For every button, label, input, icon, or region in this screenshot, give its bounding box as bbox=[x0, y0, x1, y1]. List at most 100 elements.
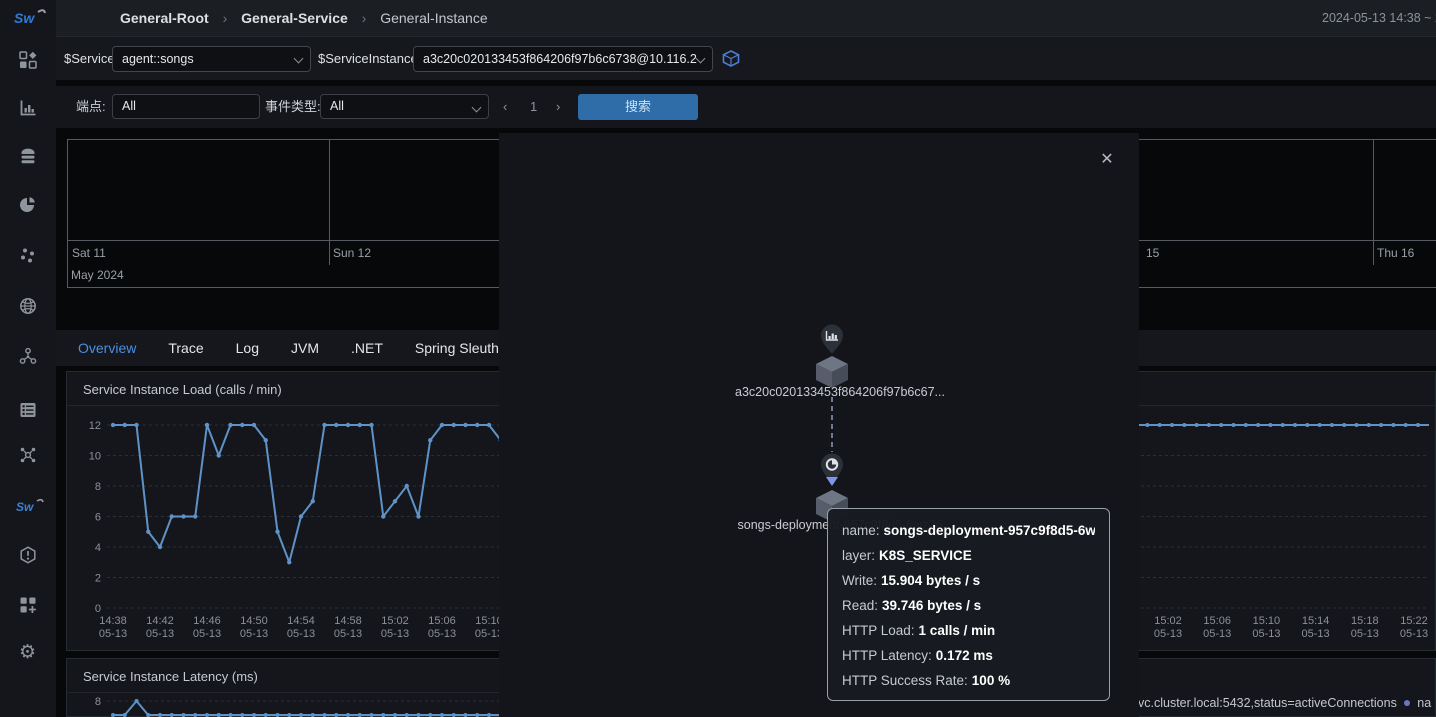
svg-text:4: 4 bbox=[95, 542, 101, 554]
svg-text:15:14: 15:14 bbox=[1302, 615, 1330, 627]
skywalking-logo: Sw bbox=[14, 6, 46, 28]
top-navbar: General-Root › General-Service › General… bbox=[56, 0, 1436, 36]
svg-text:14:42: 14:42 bbox=[146, 615, 174, 627]
timeline-day-label: Sun 12 bbox=[333, 246, 371, 260]
endpoint-input[interactable]: All bbox=[112, 94, 260, 119]
tooltip-row: HTTP Success Rate:100 % bbox=[842, 668, 1095, 693]
breadcrumb-separator: › bbox=[362, 10, 367, 26]
service-label: $Service bbox=[64, 37, 115, 81]
svg-text:14:58: 14:58 bbox=[334, 615, 362, 627]
svg-text:05-13: 05-13 bbox=[428, 628, 456, 640]
breadcrumb-root[interactable]: General-Root bbox=[120, 10, 209, 26]
svg-text:14:50: 14:50 bbox=[240, 615, 268, 627]
chevron-down-icon bbox=[472, 103, 482, 113]
node-tooltip: name:songs-deployment-957c9f8d5-6wz26lay… bbox=[827, 508, 1110, 701]
event-type-select[interactable]: All bbox=[320, 94, 489, 119]
page-number: 1 bbox=[530, 86, 537, 128]
skywalking-icon[interactable]: Sw bbox=[16, 496, 46, 516]
svg-text:12: 12 bbox=[89, 420, 101, 432]
timeline-day-label: Thu 16 bbox=[1377, 246, 1414, 260]
profile-icon[interactable] bbox=[19, 196, 37, 214]
event-type-label: 事件类型: bbox=[265, 86, 321, 128]
breadcrumb: General-Root › General-Service › General… bbox=[120, 0, 488, 36]
svg-text:05-13: 05-13 bbox=[334, 628, 362, 640]
dashboards-icon[interactable] bbox=[19, 51, 37, 69]
breadcrumb-separator: › bbox=[223, 10, 228, 26]
svg-text:05-13: 05-13 bbox=[99, 628, 127, 640]
svg-text:05-13: 05-13 bbox=[1351, 628, 1379, 640]
instance-node-label: a3c20c020133453f864206f97b6c67... bbox=[690, 385, 990, 399]
tooltip-row: HTTP Latency:0.172 ms bbox=[842, 643, 1095, 668]
close-icon[interactable]: ✕ bbox=[1097, 150, 1117, 170]
svg-text:0: 0 bbox=[95, 603, 101, 615]
svg-text:05-13: 05-13 bbox=[287, 628, 315, 640]
breadcrumb-instance[interactable]: General-Instance bbox=[380, 10, 487, 26]
tab-log[interactable]: Log bbox=[236, 340, 259, 356]
tooltip-row: name:songs-deployment-957c9f8d5-6wz26 bbox=[842, 518, 1095, 543]
svg-text:Sw: Sw bbox=[14, 10, 35, 26]
svg-text:14:38: 14:38 bbox=[99, 615, 127, 627]
series-name: vc.cluster.local:5432,status=activeConne… bbox=[1138, 696, 1397, 710]
svg-text:8: 8 bbox=[95, 481, 101, 493]
alerting-icon[interactable] bbox=[19, 546, 37, 564]
service-select[interactable]: agent::songs bbox=[112, 46, 311, 72]
set-current-instance-icon[interactable] bbox=[720, 49, 742, 69]
metrics-icon[interactable] bbox=[19, 99, 37, 117]
chevron-down-icon bbox=[294, 54, 304, 64]
svg-text:05-13: 05-13 bbox=[193, 628, 221, 640]
load-chart-title: Service Instance Load (calls / min) bbox=[83, 382, 282, 397]
tab-jvm[interactable]: JVM bbox=[291, 340, 319, 356]
breadcrumb-service[interactable]: General-Service bbox=[241, 10, 348, 26]
metrics-pin-icon bbox=[817, 323, 847, 355]
svg-text:Sw: Sw bbox=[16, 500, 34, 514]
svg-text:05-13: 05-13 bbox=[1400, 628, 1428, 640]
series-tooltip: vc.cluster.local:5432,status=activeConne… bbox=[1138, 694, 1431, 710]
sidebar: Sw Sw bbox=[0, 0, 56, 717]
endpoint-label: 端点: bbox=[76, 86, 106, 128]
svg-text:15:02: 15:02 bbox=[1154, 615, 1182, 627]
timeline-day-label: 15 bbox=[1146, 246, 1159, 260]
tab-trace[interactable]: Trace bbox=[168, 340, 203, 356]
svg-text:05-13: 05-13 bbox=[1154, 628, 1182, 640]
latency-chart-title: Service Instance Latency (ms) bbox=[83, 669, 258, 684]
svg-text:05-13: 05-13 bbox=[1203, 628, 1231, 640]
svg-text:15:10: 15:10 bbox=[1253, 615, 1281, 627]
svg-text:14:54: 14:54 bbox=[287, 615, 315, 627]
topology-icon[interactable] bbox=[19, 347, 37, 365]
sampling-icon[interactable] bbox=[19, 247, 37, 265]
svg-text:15:18: 15:18 bbox=[1351, 615, 1379, 627]
search-button[interactable]: 搜索 bbox=[578, 94, 698, 120]
browser-icon[interactable] bbox=[19, 297, 37, 315]
prev-page-button[interactable]: ‹ bbox=[503, 86, 507, 128]
svg-text:15:06: 15:06 bbox=[1203, 615, 1231, 627]
tooltip-row: Write:15.904 bytes / s bbox=[842, 568, 1095, 593]
timeline-day-label: Sat 11 bbox=[72, 246, 106, 260]
service-mesh-icon[interactable] bbox=[19, 446, 37, 464]
settings-icon[interactable]: ⚙ bbox=[19, 644, 37, 662]
tab-spring-sleuth[interactable]: Spring Sleuth bbox=[415, 340, 499, 356]
service-instance-select[interactable]: a3c20c020133453f864206f97b6c6738@10.116.… bbox=[413, 46, 713, 72]
series-value-partial: na bbox=[1417, 696, 1431, 710]
database-icon[interactable] bbox=[19, 147, 37, 165]
skywalking-app: Sw Sw bbox=[0, 0, 1436, 717]
svg-text:05-13: 05-13 bbox=[240, 628, 268, 640]
dependency-link bbox=[829, 397, 837, 452]
tooltip-row: layer:K8S_SERVICE bbox=[842, 543, 1095, 568]
svg-text:15:06: 15:06 bbox=[428, 615, 456, 627]
tab-overview[interactable]: Overview bbox=[78, 340, 136, 356]
service-instance-label: $ServiceInstance bbox=[318, 37, 418, 81]
tooltip-row: HTTP Load:1 calls / min bbox=[842, 618, 1095, 643]
tab--net[interactable]: .NET bbox=[351, 340, 383, 356]
svg-text:15:02: 15:02 bbox=[381, 615, 409, 627]
tooltip-row: Read:39.746 bytes / s bbox=[842, 593, 1095, 618]
svg-text:05-13: 05-13 bbox=[146, 628, 174, 640]
events-icon[interactable] bbox=[19, 401, 37, 419]
legend-dot-icon: ● bbox=[1403, 694, 1411, 710]
next-page-button[interactable]: › bbox=[556, 86, 560, 128]
time-range-picker[interactable]: 2024-05-13 14:38 ~ 2024-05 bbox=[1322, 0, 1436, 36]
svg-text:2: 2 bbox=[95, 573, 101, 585]
new-dashboard-icon[interactable] bbox=[19, 596, 37, 614]
event-filter-bar: 端点: All 事件类型: All ‹ 1 › 搜索 bbox=[56, 86, 1436, 128]
svg-text:8: 8 bbox=[95, 696, 101, 708]
svg-text:05-13: 05-13 bbox=[381, 628, 409, 640]
